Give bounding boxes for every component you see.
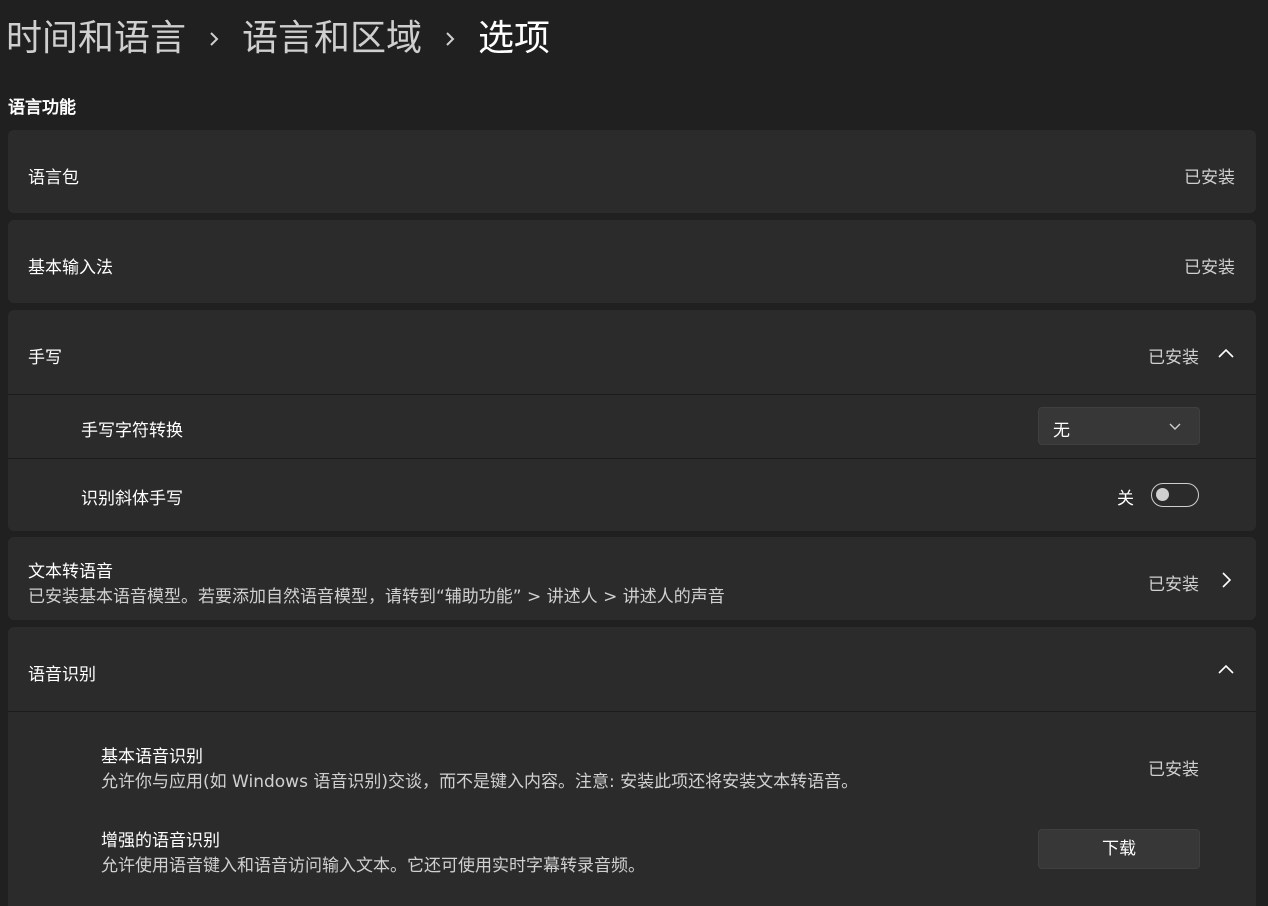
settings-page: 时间和语言 语言和区域 选项 语言功能 语言包 已安装 基本输入法 已安装 手写… bbox=[0, 0, 1268, 906]
handwriting-header[interactable]: 手写 已安装 bbox=[8, 310, 1256, 394]
basic-speech-row: 基本语音识别 允许你与应用(如 Windows 语音识别)交谈，而不是键入内容。… bbox=[8, 712, 1256, 796]
download-button[interactable]: 下载 bbox=[1038, 829, 1200, 869]
speech-recognition-label: 语音识别 bbox=[28, 665, 96, 685]
recognize-italic-label: 识别斜体手写 bbox=[81, 489, 183, 509]
breadcrumb-options: 选项 bbox=[478, 18, 551, 59]
enhanced-speech-row: 增强的语音识别 允许使用语音键入和语音访问输入文本。它还可使用实时字幕转录音频。… bbox=[8, 796, 1256, 906]
basic-typing-status: 已安装 bbox=[1184, 258, 1235, 278]
section-title-language-features: 语言功能 bbox=[8, 98, 76, 118]
language-pack-status: 已安装 bbox=[1184, 168, 1235, 188]
handwriting-card: 手写 已安装 手写字符转换 无 识别斜体手写 关 bbox=[8, 310, 1256, 531]
breadcrumb-language-region[interactable]: 语言和区域 bbox=[242, 14, 422, 64]
basic-speech-description: 允许你与应用(如 Windows 语音识别)交谈，而不是键入内容。注意: 安装此… bbox=[101, 772, 859, 792]
dropdown-selected-value: 无 bbox=[1053, 421, 1070, 441]
chevron-right-icon bbox=[422, 30, 478, 48]
speech-recognition-header[interactable]: 语音识别 bbox=[8, 627, 1256, 711]
handwriting-italic-row: 识别斜体手写 关 bbox=[8, 459, 1256, 531]
tts-description: 已安装基本语音模型。若要添加自然语音模型，请转到“辅助功能” > 讲述人 > 讲… bbox=[28, 587, 725, 607]
basic-speech-status: 已安装 bbox=[1148, 760, 1199, 780]
breadcrumb-time-language[interactable]: 时间和语言 bbox=[6, 14, 186, 64]
handwriting-label: 手写 bbox=[28, 348, 62, 368]
chevron-down-icon bbox=[1169, 423, 1181, 430]
basic-typing-label: 基本输入法 bbox=[28, 258, 113, 278]
tts-card[interactable]: 文本转语音 已安装基本语音模型。若要添加自然语音模型，请转到“辅助功能” > 讲… bbox=[8, 537, 1256, 620]
tts-status: 已安装 bbox=[1148, 575, 1199, 595]
toggle-knob bbox=[1156, 488, 1169, 501]
basic-typing-card: 基本输入法 已安装 bbox=[8, 220, 1256, 303]
toggle-state-label: 关 bbox=[1117, 489, 1134, 509]
tts-label: 文本转语音 bbox=[28, 562, 113, 582]
chevron-right-icon bbox=[1216, 570, 1236, 590]
char-conversion-dropdown[interactable]: 无 bbox=[1038, 407, 1200, 445]
basic-speech-label: 基本语音识别 bbox=[101, 747, 203, 767]
speech-recognition-card: 语音识别 基本语音识别 允许你与应用(如 Windows 语音识别)交谈，而不是… bbox=[8, 627, 1256, 906]
language-pack-card: 语言包 已安装 bbox=[8, 130, 1256, 213]
language-pack-label: 语言包 bbox=[28, 168, 79, 188]
enhanced-speech-description: 允许使用语音键入和语音访问输入文本。它还可使用实时字幕转录音频。 bbox=[101, 856, 645, 876]
chevron-up-icon[interactable] bbox=[1216, 659, 1236, 679]
handwriting-char-conversion-row: 手写字符转换 无 bbox=[8, 395, 1256, 458]
enhanced-speech-label: 增强的语音识别 bbox=[101, 831, 220, 851]
breadcrumb: 时间和语言 语言和区域 选项 bbox=[6, 14, 550, 64]
chevron-right-icon bbox=[186, 30, 242, 48]
char-conversion-label: 手写字符转换 bbox=[81, 421, 183, 441]
handwriting-status: 已安装 bbox=[1148, 348, 1199, 368]
recognize-italic-toggle[interactable] bbox=[1151, 483, 1199, 507]
chevron-up-icon[interactable] bbox=[1216, 343, 1236, 363]
